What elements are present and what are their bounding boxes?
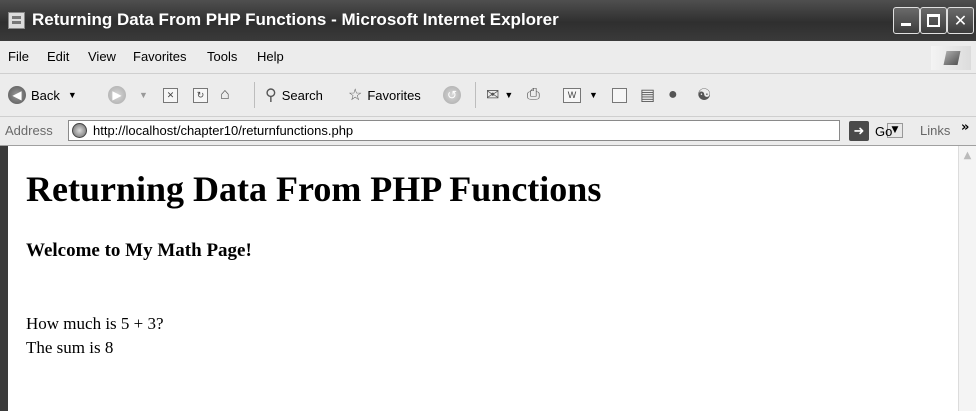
refresh-icon: ↻ bbox=[193, 87, 208, 103]
search-icon: ⚲ bbox=[265, 87, 277, 104]
research-button[interactable]: ▤ bbox=[640, 74, 660, 116]
address-url[interactable]: http://localhost/chapter10/returnfunctio… bbox=[93, 123, 353, 138]
messenger-icon: ● bbox=[668, 86, 678, 103]
home-icon: ⌂ bbox=[220, 86, 230, 103]
print-icon: ⎙ bbox=[527, 86, 540, 103]
history-button[interactable]: ↺ bbox=[443, 74, 466, 116]
maximize-icon bbox=[927, 14, 940, 27]
menu-file[interactable]: File bbox=[8, 49, 29, 64]
left-arrow-icon: ◀ bbox=[8, 86, 26, 104]
research-icon: ▤ bbox=[640, 87, 656, 104]
discuss-button[interactable] bbox=[612, 74, 627, 116]
chevron-down-icon[interactable]: ▼ bbox=[139, 90, 148, 100]
title-bar[interactable]: Returning Data From PHP Functions - Micr… bbox=[0, 0, 976, 41]
ie-window-icon bbox=[8, 12, 25, 29]
vertical-scrollbar[interactable]: ▲ bbox=[958, 146, 976, 411]
chevron-down-icon[interactable]: ▼ bbox=[68, 90, 77, 100]
address-input[interactable]: http://localhost/chapter10/returnfunctio… bbox=[68, 120, 903, 141]
question-text: How much is 5 + 3? bbox=[26, 314, 164, 333]
print-button[interactable]: ⎙ bbox=[527, 74, 545, 116]
star-icon: ☆ bbox=[348, 87, 363, 104]
menu-tools[interactable]: Tools bbox=[207, 49, 237, 64]
page-heading: Returning Data From PHP Functions bbox=[26, 169, 602, 209]
back-button[interactable]: ◀ Back ▼ bbox=[8, 74, 77, 116]
go-label: Go bbox=[875, 123, 893, 139]
menu-edit[interactable]: Edit bbox=[47, 49, 69, 64]
right-arrow-icon: ▶ bbox=[108, 86, 126, 104]
address-bar: Address http://localhost/chapter10/retur… bbox=[0, 117, 976, 146]
maximize-button[interactable] bbox=[920, 7, 947, 34]
minimize-icon bbox=[901, 23, 911, 26]
close-icon: ✕ bbox=[953, 11, 968, 30]
refresh-button[interactable]: ↻ bbox=[193, 74, 208, 116]
page-content: Returning Data From PHP Functions Welcom… bbox=[8, 146, 958, 411]
stop-icon: ✕ bbox=[163, 87, 178, 103]
answer-text: The sum is 8 bbox=[26, 338, 114, 357]
go-button[interactable]: ➜ Go bbox=[849, 121, 892, 141]
chevron-down-icon[interactable]: ▼ bbox=[504, 90, 513, 100]
back-label: Back bbox=[31, 87, 60, 103]
standard-toolbar: ◀ Back ▼ ▶ ▼ ✕ ↻ ⌂ ⚲ Search ☆ Favorites … bbox=[0, 74, 976, 117]
people-icon: ☯ bbox=[697, 87, 712, 104]
mail-icon: ✉ bbox=[486, 87, 500, 104]
menu-help[interactable]: Help bbox=[257, 49, 284, 64]
search-button[interactable]: ⚲ Search bbox=[265, 74, 323, 116]
page-subheading: Welcome to My Math Page! bbox=[26, 240, 252, 261]
go-arrow-icon: ➜ bbox=[849, 121, 869, 141]
stop-button[interactable]: ✕ bbox=[163, 74, 178, 116]
close-button[interactable]: ✕ bbox=[947, 7, 974, 34]
favorites-button[interactable]: ☆ Favorites bbox=[348, 74, 421, 116]
links-toolbar[interactable]: Links bbox=[920, 123, 950, 138]
history-icon: ↺ bbox=[443, 86, 461, 104]
messenger-button[interactable]: ● bbox=[668, 74, 683, 116]
extra-button[interactable]: ☯ bbox=[697, 74, 716, 116]
browser-window: Returning Data From PHP Functions - Micr… bbox=[0, 0, 976, 411]
toolbar-separator bbox=[475, 82, 476, 108]
menu-favorites[interactable]: Favorites bbox=[133, 49, 186, 64]
address-label: Address bbox=[5, 123, 53, 138]
mail-button[interactable]: ✉ ▼ bbox=[486, 74, 513, 116]
window-title: Returning Data From PHP Functions - Micr… bbox=[32, 10, 559, 29]
home-button[interactable]: ⌂ bbox=[220, 74, 235, 116]
window-frame-left bbox=[0, 146, 8, 411]
ie-page-icon bbox=[72, 123, 87, 138]
windows-flag-logo bbox=[931, 46, 971, 70]
toolbar-separator bbox=[254, 82, 255, 108]
forward-button[interactable]: ▶ ▼ bbox=[108, 74, 148, 116]
menu-view[interactable]: View bbox=[88, 49, 116, 64]
search-label: Search bbox=[281, 87, 323, 103]
discuss-icon bbox=[612, 87, 627, 103]
edit-button[interactable]: W ▼ bbox=[563, 74, 598, 116]
more-chevron-icon[interactable]: » bbox=[961, 120, 969, 135]
word-icon: W bbox=[563, 87, 581, 103]
chevron-down-icon[interactable]: ▼ bbox=[589, 90, 598, 100]
favorites-label: Favorites bbox=[367, 87, 421, 103]
scroll-up-icon[interactable]: ▲ bbox=[960, 148, 975, 163]
minimize-button[interactable] bbox=[893, 7, 920, 34]
menu-bar: File Edit View Favorites Tools Help bbox=[0, 41, 976, 74]
